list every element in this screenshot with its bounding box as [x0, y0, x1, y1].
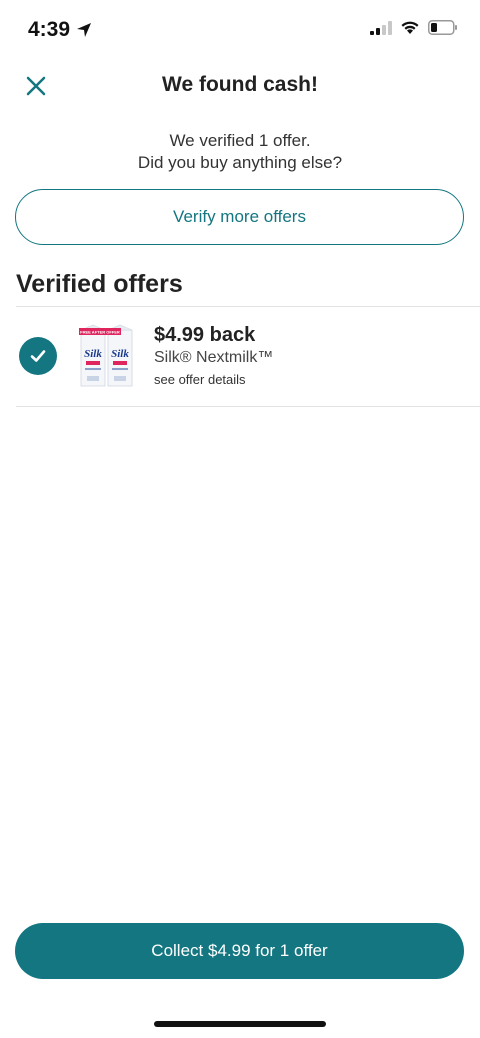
status-bar: 4:39 [0, 0, 480, 60]
checkmark-icon [30, 350, 46, 362]
verified-offer-item[interactable]: FREE AFTER OFFER Silk Silk $4.99 back Si… [0, 307, 480, 407]
wifi-icon [401, 21, 419, 34]
cellular-signal-icon [370, 20, 392, 35]
home-indicator[interactable] [154, 1021, 326, 1027]
verification-message-line2: Did you buy anything else? [137, 153, 343, 172]
page-title: We found cash! [162, 73, 318, 96]
product-brand-right: Silk [111, 348, 129, 360]
header: We found cash! [0, 60, 480, 112]
product-image: FREE AFTER OFFER Silk Silk [79, 324, 133, 387]
location-arrow-icon [77, 23, 92, 37]
verification-message: We verified 1 offer. Did you buy anythin… [0, 130, 480, 174]
verify-more-offers-button[interactable]: Verify more offers [15, 189, 464, 245]
battery-icon [428, 20, 457, 35]
product-banner-text: FREE AFTER OFFER [80, 330, 120, 335]
offer-info: $4.99 back Silk® Nextmilk™ see offer det… [154, 323, 273, 390]
section-title: Verified offers [16, 270, 183, 298]
offer-amount: $4.99 back [154, 324, 256, 346]
product-brand-left: Silk [84, 348, 102, 360]
time-label: 4:39 [28, 18, 71, 41]
status-time: 4:39 [28, 18, 92, 42]
see-offer-details-link[interactable]: see offer details [154, 370, 273, 390]
verification-message-line1: We verified 1 offer. [169, 131, 311, 150]
collect-cash-button[interactable]: Collect $4.99 for 1 offer [15, 923, 464, 979]
status-icons [370, 20, 458, 35]
offer-product-name: Silk® Nextmilk™ [154, 349, 274, 366]
verified-check-icon [19, 337, 57, 375]
divider [16, 406, 480, 407]
